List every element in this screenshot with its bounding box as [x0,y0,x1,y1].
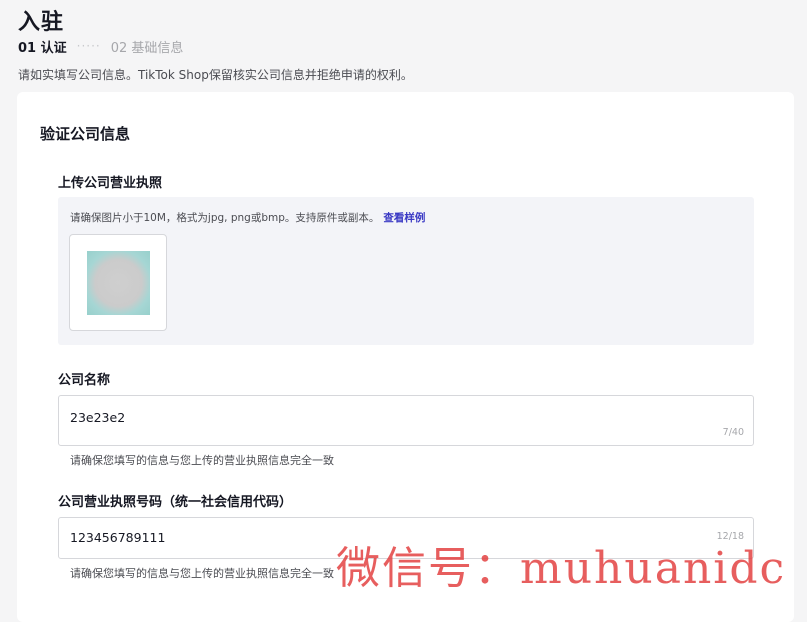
license-image-preview [87,251,150,315]
view-sample-link[interactable]: 查看样例 [383,212,425,224]
license-number-value: 123456789111 [70,530,166,545]
step-indicator: 01 认证 ····· 02 基础信息 [18,37,184,56]
step-separator: ····· [76,39,101,53]
company-name-input[interactable]: 23e23e2 7/40 [58,395,754,446]
step-1-active: 01 认证 [18,40,67,56]
license-number-label: 公司营业执照号码（统一社会信用代码） [58,495,293,510]
watermark-overlay: 微信号：muhuanidc [336,543,787,594]
upload-hint: 请确保图片小于10M，格式为jpg, png或bmp。支持原件或副本。 查看样例 [70,210,425,225]
license-image-thumbnail[interactable] [69,234,167,331]
card-title: 验证公司信息 [40,125,131,143]
company-name-label: 公司名称 [58,373,111,388]
license-number-helper: 请确保您填写的信息与您上传的营业执照信息完全一致 [70,567,334,580]
page-title: 入驻 [18,10,65,35]
company-name-helper: 请确保您填写的信息与您上传的营业执照信息完全一致 [70,454,334,467]
license-upload-label: 上传公司营业执照 [58,176,163,191]
company-name-char-counter: 7/40 [722,427,744,438]
notice-text: 请如实填写公司信息。TikTok Shop保留核实公司信息并拒绝申请的权利。 [18,68,413,82]
upload-hint-text: 请确保图片小于10M，格式为jpg, png或bmp。支持原件或副本。 [70,212,380,224]
license-upload-area: 请确保图片小于10M，格式为jpg, png或bmp。支持原件或副本。 查看样例 [58,197,754,345]
company-name-value: 23e23e2 [70,410,126,425]
step-2-inactive: 02 基础信息 [110,40,184,56]
